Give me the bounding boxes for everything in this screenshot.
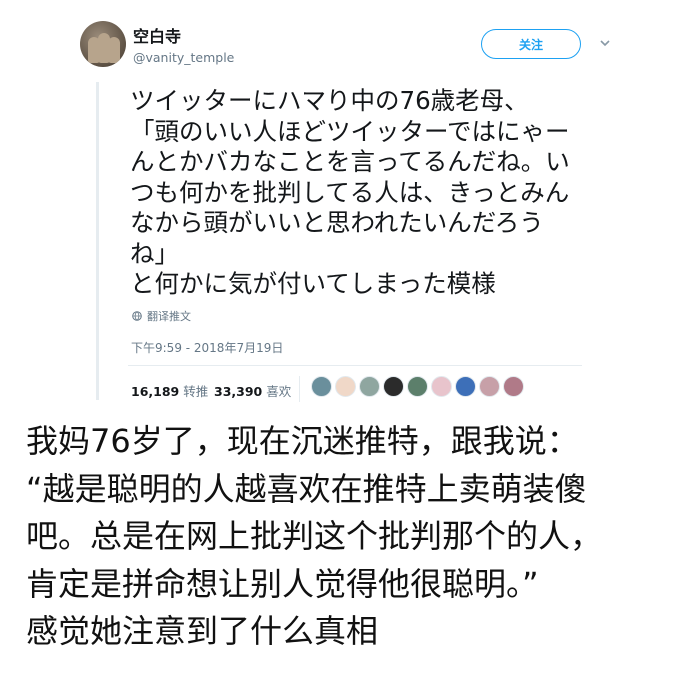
tweet-text-line: ね」 bbox=[130, 238, 179, 268]
stats-separator bbox=[299, 376, 300, 402]
liker-avatar-8[interactable] bbox=[479, 376, 500, 397]
tweet-timestamp[interactable]: 下午9:59 - 2018年7月19日 bbox=[131, 339, 283, 356]
liker-avatar-4[interactable] bbox=[383, 376, 404, 397]
author-avatar[interactable] bbox=[80, 21, 126, 67]
caption-line: 肯定是拼命想让别人觉得他很聪明。” bbox=[26, 564, 539, 603]
tweet-text-line: なから頭がいいと思われたいんだろう bbox=[130, 208, 544, 237]
like-count[interactable]: 33,390 喜欢 bbox=[214, 381, 291, 400]
caption-line: 吧。总是在网上批判这个批判那个的人， bbox=[26, 517, 603, 555]
caption-line: 感觉她注意到了什么真相 bbox=[26, 612, 379, 650]
author-display-name[interactable]: 空白寺 bbox=[133, 23, 181, 47]
liker-avatar-9[interactable] bbox=[503, 376, 524, 397]
tweet-text: ツイッターにハマり中の76歳老母、 「頭のいい人ほどツイッターではにゃー んとか… bbox=[130, 86, 630, 300]
liker-avatar-5[interactable] bbox=[407, 376, 428, 397]
like-count-value: 33,390 bbox=[214, 384, 263, 399]
follow-button[interactable]: 关注 bbox=[481, 29, 581, 59]
liker-avatar-6[interactable] bbox=[431, 376, 452, 397]
tweet-text-line: ツイッターにハマり中の76歳老母、 bbox=[130, 86, 529, 115]
retweet-count[interactable]: 16,189 转推 bbox=[131, 381, 208, 400]
thread-rule bbox=[96, 82, 99, 400]
tweet-text-line: 「頭のいい人ほどツイッターではにゃー bbox=[130, 116, 570, 146]
retweet-count-value: 16,189 bbox=[131, 384, 180, 399]
tweet-text-line: んとかバカなことを言ってるんだね。い bbox=[130, 147, 570, 176]
caption: 我妈76岁了，现在沉迷推特，跟我说： “越是聪明的人越喜欢在推特上卖萌装傻 吧。… bbox=[26, 418, 676, 656]
tweet-text-line: つも何かを批判してる人は、きっとみん bbox=[130, 177, 570, 207]
chevron-down-icon[interactable] bbox=[598, 36, 612, 50]
translate-tweet-link[interactable]: 翻译推文 bbox=[132, 308, 191, 324]
globe-icon bbox=[132, 311, 142, 321]
tweet-text-line: と何かに気が付いてしまった模様 bbox=[130, 269, 496, 298]
liker-avatar-3[interactable] bbox=[359, 376, 380, 397]
liker-avatar-1[interactable] bbox=[311, 376, 332, 397]
author-handle[interactable]: @vanity_temple bbox=[133, 50, 234, 65]
liker-avatar-7[interactable] bbox=[455, 376, 476, 397]
caption-line: 我妈76岁了，现在沉迷推特，跟我说： bbox=[26, 422, 579, 460]
divider bbox=[128, 365, 582, 366]
liker-avatar-2[interactable] bbox=[335, 376, 356, 397]
like-count-label: 喜欢 bbox=[266, 384, 292, 399]
retweet-count-label: 转推 bbox=[183, 384, 209, 399]
liker-avatars bbox=[311, 376, 527, 397]
caption-line: “越是聪明的人越喜欢在推特上卖萌装傻 bbox=[26, 469, 587, 508]
tweet-card: 空白寺 @vanity_temple 关注 ツイッターにハマり中の76歳老母、 … bbox=[0, 0, 690, 410]
translate-label: 翻译推文 bbox=[147, 310, 191, 323]
